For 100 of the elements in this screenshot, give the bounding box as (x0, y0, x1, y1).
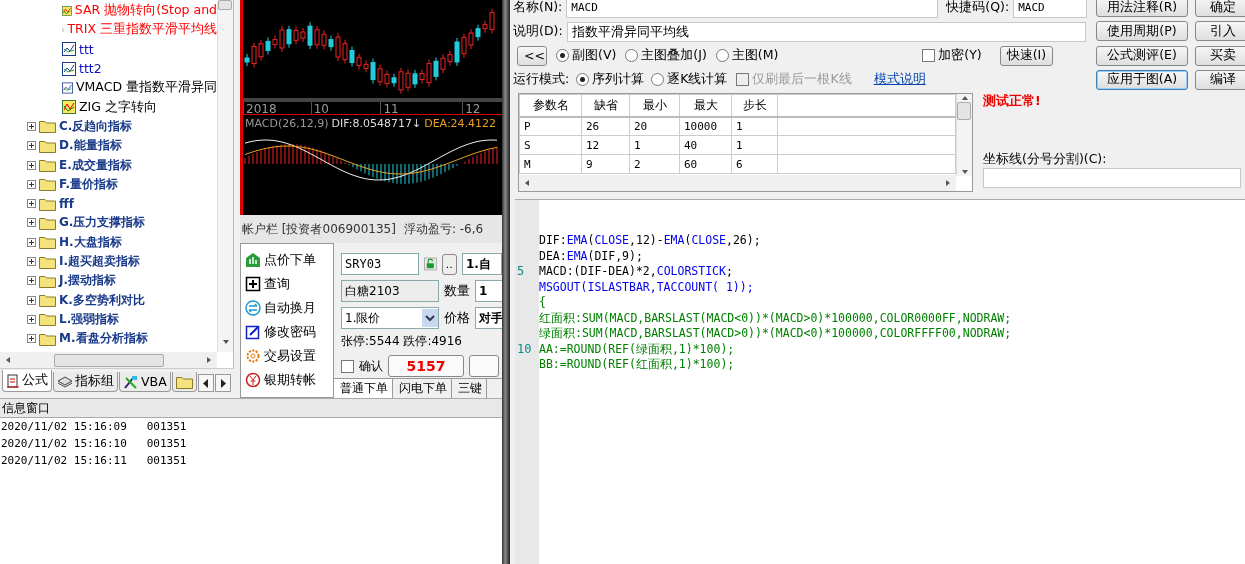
tab[interactable]: 指标组 (53, 372, 118, 392)
triangle-right-icon (219, 378, 226, 388)
browse-button[interactable]: .. (441, 253, 457, 275)
tab[interactable]: 普通下单 (334, 379, 393, 398)
radio-label: 主图叠加(J) (641, 47, 707, 64)
expand-icon[interactable] (27, 160, 36, 170)
scrollbar-thumb[interactable] (53, 353, 164, 367)
checkbox-label: 加密(Y) (938, 47, 982, 64)
tree-item[interactable]: TRIX 三重指数平滑平均线 (67, 21, 217, 39)
scrollbar[interactable] (217, 0, 233, 352)
menu-item[interactable]: 交易设置 (241, 344, 333, 368)
menu-item[interactable]: 银期转帐 (241, 368, 333, 392)
unlocked-icon[interactable] (424, 255, 437, 273)
expand-icon[interactable] (27, 218, 36, 228)
scroll-right-icon[interactable] (944, 179, 952, 187)
tree-folder[interactable]: fff (59, 196, 74, 211)
tree-folder[interactable]: L.强弱指标 (59, 310, 120, 328)
tree-folder[interactable]: J.摆动指标 (59, 272, 117, 290)
tree-folder[interactable]: H.大盘指标 (59, 233, 122, 251)
tree-folder[interactable]: K.多空势利对比 (59, 291, 145, 309)
button[interactable]: 使用周期(P) (1096, 21, 1188, 42)
button[interactable]: 编译 (1195, 69, 1245, 90)
folder-icon (39, 215, 56, 230)
radio-button[interactable] (715, 49, 729, 62)
radio-button[interactable] (651, 73, 665, 86)
tree-folder[interactable]: F.量价指标 (59, 175, 118, 193)
shortcut-field[interactable]: MACD (1013, 0, 1088, 18)
price-field[interactable]: 对手 (475, 307, 502, 329)
folder-icon (39, 196, 56, 211)
menu-item[interactable]: 自动换月 (241, 296, 333, 320)
expand-icon[interactable] (27, 314, 36, 324)
tree-folder[interactable]: I.超买超卖指标 (59, 253, 141, 270)
checkbox[interactable] (341, 359, 354, 373)
quantity-field[interactable]: 1 (475, 280, 502, 302)
expand-icon[interactable] (27, 121, 36, 131)
expand-icon[interactable] (27, 334, 36, 344)
folder-icon (39, 273, 56, 288)
order-type-select[interactable]: 1.限价 (341, 307, 439, 329)
price-button[interactable]: 5157 (388, 355, 464, 377)
expand-icon[interactable] (27, 141, 36, 151)
tab[interactable]: VBA (119, 372, 171, 392)
scroll-left-icon[interactable] (523, 179, 531, 187)
expand-icon[interactable] (27, 179, 36, 189)
checkbox[interactable] (922, 49, 936, 62)
tree-item[interactable]: SAR 抛物转向(Stop and (74, 2, 217, 20)
tab[interactable] (171, 372, 197, 392)
table-cell: 60 (679, 154, 732, 174)
axis-lines-field[interactable] (983, 168, 1241, 188)
collapse-button[interactable]: << (517, 45, 547, 66)
scrollbar[interactable] (0, 352, 217, 368)
menu-item[interactable]: 修改密码 (241, 320, 333, 344)
tree-item[interactable]: ZIG 之字转向 (79, 98, 157, 116)
button[interactable] (469, 355, 499, 377)
expand-icon[interactable] (27, 295, 36, 305)
button[interactable]: 引入 (1195, 21, 1245, 42)
tree-folder[interactable]: M.看盘分析指标 (59, 330, 148, 348)
tree-folder[interactable]: C.反趋向指标 (59, 117, 133, 135)
tree-item[interactable]: VMACD 量指数平滑异同 (76, 79, 217, 97)
scroll-left-icon[interactable] (4, 356, 12, 364)
scrollbar[interactable] (956, 94, 972, 176)
help-link[interactable]: 模式说明 (873, 71, 926, 88)
menu-item[interactable]: 查询 (241, 272, 333, 296)
expand-icon[interactable] (27, 199, 36, 209)
button[interactable]: 确定 (1195, 0, 1245, 17)
table-cell: 9 (581, 154, 630, 174)
tab[interactable]: 公式 (2, 370, 52, 392)
scrollbar-thumb[interactable] (218, 0, 232, 10)
quick-button[interactable]: 快速(I) (999, 45, 1054, 66)
column-header: 参数名 (519, 94, 582, 117)
scrollbar-thumb[interactable] (957, 102, 971, 120)
expand-icon[interactable] (27, 257, 36, 266)
contract-code-field[interactable]: SRY03 (341, 253, 419, 275)
radio-button[interactable] (576, 73, 590, 86)
folder-icon (39, 138, 56, 153)
radio-button[interactable] (625, 49, 639, 62)
scroll-left-button[interactable] (197, 374, 214, 392)
button[interactable]: 公式测评(E) (1096, 45, 1188, 66)
scrollbar[interactable] (519, 175, 956, 191)
splitter[interactable] (502, 0, 510, 564)
tree-item[interactable]: ttt (79, 41, 94, 57)
scroll-down-icon[interactable] (221, 338, 230, 346)
tree-folder[interactable]: E.成交量指标 (59, 156, 132, 174)
scroll-down-icon[interactable] (960, 168, 969, 176)
scroll-right-button[interactable] (214, 374, 231, 392)
description-field[interactable]: 指数平滑异同平均线 (566, 21, 1086, 42)
radio-button[interactable] (556, 49, 569, 62)
column-header: 步长 (731, 94, 778, 117)
dropdown[interactable]: 1.自 (462, 253, 502, 275)
button[interactable]: 应用于图(A) (1096, 69, 1188, 90)
tree-folder[interactable]: G.压力支撑指标 (59, 214, 146, 232)
menu-item[interactable]: 点价下单 (241, 248, 333, 272)
tree-folder[interactable]: D.能量指标 (59, 137, 122, 155)
table-cell: 40 (679, 135, 732, 155)
scroll-right-icon[interactable] (205, 356, 213, 364)
button[interactable]: 用法注释(R) (1096, 0, 1188, 17)
expand-icon[interactable] (27, 276, 36, 286)
name-field[interactable]: MACD (566, 0, 939, 18)
tree-item[interactable]: ttt2 (79, 61, 102, 77)
button[interactable]: 买卖 (1195, 45, 1245, 66)
expand-icon[interactable] (27, 237, 36, 247)
